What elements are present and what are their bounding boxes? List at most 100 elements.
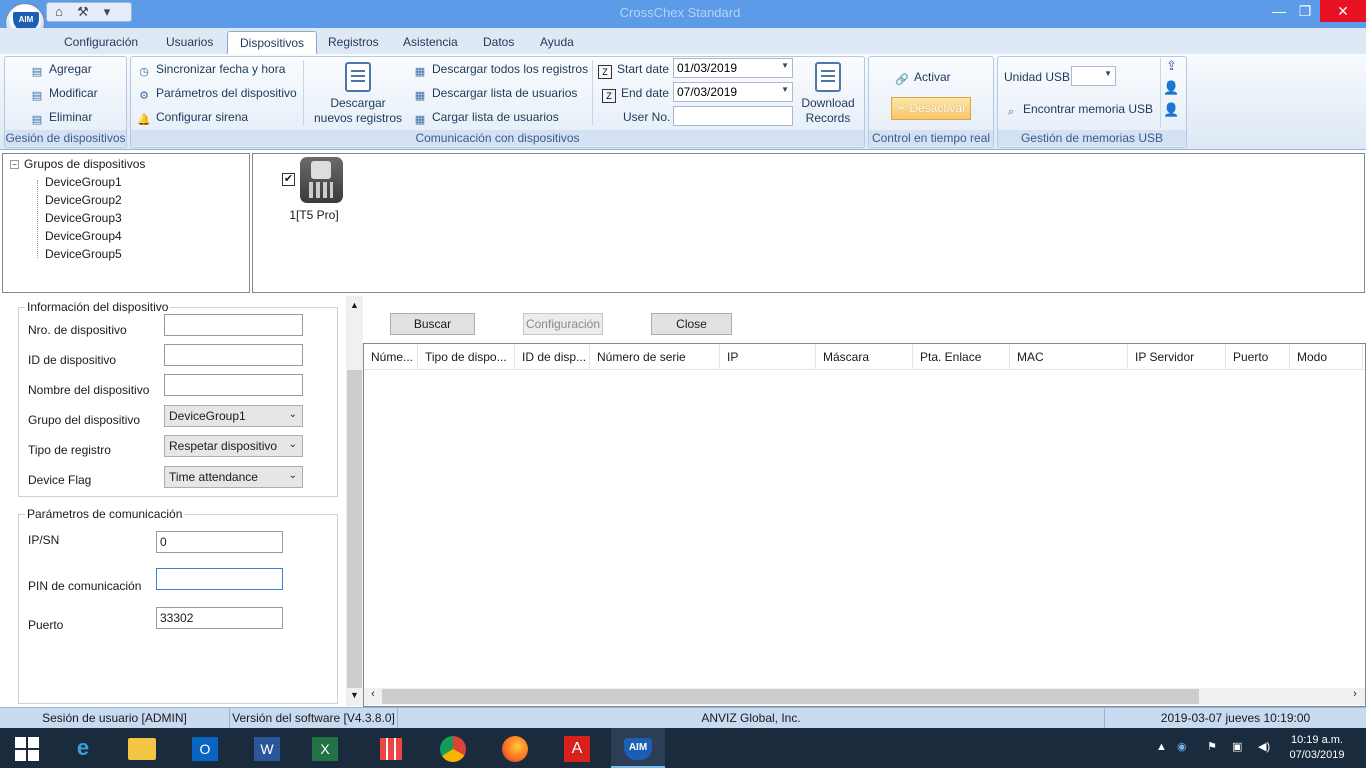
scroll-right-icon[interactable]: ›: [1348, 688, 1362, 700]
tab-configuracion[interactable]: Configuración: [52, 31, 150, 54]
sync-time-button[interactable]: ◷ Sincronizar fecha y hora: [137, 59, 285, 79]
column-header-mode[interactable]: Modo: [1290, 344, 1363, 370]
tree-root[interactable]: − Grupos de dispositivos: [3, 154, 249, 173]
column-header-serial-number[interactable]: Número de serie: [590, 344, 720, 370]
volume-icon[interactable]: ◀): [1258, 740, 1270, 753]
user-no-input[interactable]: [673, 106, 793, 126]
column-header-server-ip[interactable]: IP Servidor: [1128, 344, 1226, 370]
status-company: ANVIZ Global, Inc.: [398, 708, 1105, 728]
scrollbar-thumb[interactable]: [382, 689, 1199, 704]
device-params-icon: ⚙: [139, 90, 149, 102]
link-icon: 🔗: [895, 74, 909, 86]
ip-sn-input[interactable]: 0: [156, 531, 283, 553]
download-all-records-button[interactable]: ▦ Descargar todos los registros: [413, 59, 588, 79]
close-button[interactable]: ✕: [1320, 0, 1366, 22]
column-header-device-type[interactable]: Tipo de dispo...: [418, 344, 515, 370]
crosschex-taskbar-icon[interactable]: AIM: [611, 728, 665, 768]
start-date-picker[interactable]: 01/03/2019 ▼: [673, 58, 793, 78]
scroll-left-icon[interactable]: ‹: [366, 688, 380, 700]
activate-button[interactable]: 🔗 Activar: [895, 67, 951, 87]
scroll-up-icon[interactable]: ▲: [347, 300, 362, 310]
outlook-icon[interactable]: O: [178, 728, 232, 768]
column-header-gateway[interactable]: Pta. Enlace: [913, 344, 1010, 370]
device-flag-select[interactable]: Time attendance ⌄: [164, 466, 303, 488]
search-button[interactable]: Buscar: [390, 313, 475, 335]
column-header-number[interactable]: Núme...: [364, 344, 418, 370]
tools-icon[interactable]: ⚒: [71, 3, 95, 21]
comm-pin-input[interactable]: [156, 568, 283, 590]
port-input[interactable]: 33302: [156, 607, 283, 629]
column-header-device-id[interactable]: ID de disp...: [515, 344, 590, 370]
scrollbar-thumb[interactable]: [347, 370, 362, 688]
download-new-records-button[interactable]: Descargar nuevos registros: [312, 62, 404, 126]
user-icon[interactable]: 👤: [1161, 102, 1182, 124]
device-checkbox[interactable]: ✔: [282, 173, 295, 186]
close-search-button[interactable]: Close: [651, 313, 732, 335]
taskbar-clock[interactable]: 10:19 a.m. 07/03/2019: [1286, 733, 1348, 763]
status-datetime: 2019-03-07 jueves 10:19:00: [1160, 711, 1311, 725]
column-header-ip[interactable]: IP: [720, 344, 816, 370]
calendar-icon: Z: [602, 89, 616, 103]
crosschex-tray-icon[interactable]: ◉: [1177, 740, 1187, 753]
add-device-button[interactable]: ▤ Agregar: [30, 59, 92, 79]
column-header-mask[interactable]: Máscara: [816, 344, 913, 370]
show-hidden-icons-icon[interactable]: ▲: [1156, 741, 1167, 753]
tab-usuarios[interactable]: Usuarios: [154, 31, 225, 54]
modify-device-button[interactable]: ▤ Modificar: [30, 83, 98, 103]
internet-explorer-icon[interactable]: e: [56, 728, 110, 768]
quick-access-toolbar: ⌂ ⚒ ▾: [46, 2, 132, 22]
tab-asistencia[interactable]: Asistencia: [391, 31, 470, 54]
record-type-select[interactable]: Respetar dispositivo ⌄: [164, 435, 303, 457]
scroll-down-icon[interactable]: ▼: [347, 690, 362, 700]
column-header-port[interactable]: Puerto: [1226, 344, 1290, 370]
tree-item-devicegroup1[interactable]: DeviceGroup1: [3, 173, 249, 191]
excel-icon[interactable]: X: [298, 728, 352, 768]
device-number-input[interactable]: [164, 314, 303, 336]
chrome-icon[interactable]: [426, 728, 480, 768]
device-id-input[interactable]: [164, 344, 303, 366]
firefox-icon[interactable]: [488, 728, 542, 768]
tree-item-devicegroup2[interactable]: DeviceGroup2: [3, 191, 249, 209]
end-date-picker[interactable]: 07/03/2019 ▼: [673, 82, 793, 102]
home-icon[interactable]: ⌂: [47, 3, 71, 21]
network-icon[interactable]: ▣: [1232, 740, 1242, 753]
upload-user-list-button[interactable]: ▦ Cargar lista de usuarios: [413, 107, 559, 127]
configure-siren-button[interactable]: 🔔 Configurar sirena: [137, 107, 248, 127]
tree-line: [37, 180, 38, 258]
device-params-button[interactable]: ⚙ Parámetros del dispositivo: [137, 83, 297, 103]
configuration-button[interactable]: Configuración: [523, 313, 603, 335]
upload-users-icon: ▦: [414, 114, 426, 126]
end-date-label: Z End date: [602, 83, 669, 103]
download-records-button[interactable]: Download Records: [796, 62, 860, 126]
notification-icon[interactable]: ⚑: [1207, 740, 1217, 753]
tree-item-devicegroup3[interactable]: DeviceGroup3: [3, 209, 249, 227]
window-title: CrossChex Standard: [619, 5, 741, 20]
device-name-input[interactable]: [164, 374, 303, 396]
download-user-list-button[interactable]: ▦ Descargar lista de usuarios: [413, 83, 578, 103]
customize-quick-access-icon[interactable]: ▾: [95, 3, 119, 21]
column-header-mac[interactable]: MAC: [1010, 344, 1128, 370]
device-t5-pro-icon[interactable]: [300, 157, 343, 203]
word-icon[interactable]: W: [240, 728, 294, 768]
apps-grid-icon[interactable]: [364, 728, 418, 768]
windows-start-icon[interactable]: [0, 728, 54, 768]
tab-datos[interactable]: Datos: [471, 31, 526, 54]
user-no-label: User No.: [623, 110, 671, 124]
device-group-select[interactable]: DeviceGroup1 ⌄: [164, 405, 303, 427]
device-number-label: Nro. de dispositivo: [28, 323, 127, 337]
usb-import-icon[interactable]: ⇪: [1161, 58, 1182, 80]
find-usb-button[interactable]: ⌕ Encontrar memoria USB: [1004, 99, 1153, 119]
tab-ayuda[interactable]: Ayuda: [528, 31, 586, 54]
tree-item-devicegroup5[interactable]: DeviceGroup5: [3, 245, 249, 263]
delete-device-button[interactable]: ▤ Eliminar: [30, 107, 93, 127]
tab-registros[interactable]: Registros: [316, 31, 391, 54]
file-explorer-icon[interactable]: [115, 728, 169, 768]
usb-unit-select[interactable]: ▼: [1071, 66, 1116, 86]
acrobat-icon[interactable]: A: [550, 728, 604, 768]
tab-dispositivos[interactable]: Dispositivos: [227, 31, 318, 55]
comm-params-legend: Parámetros de comunicación: [25, 507, 185, 521]
tree-item-devicegroup4[interactable]: DeviceGroup4: [3, 227, 249, 245]
collapse-icon[interactable]: −: [10, 160, 19, 169]
deactivate-button[interactable]: ✂ Desactivar: [891, 97, 971, 120]
user-icon[interactable]: 👤: [1161, 80, 1182, 102]
